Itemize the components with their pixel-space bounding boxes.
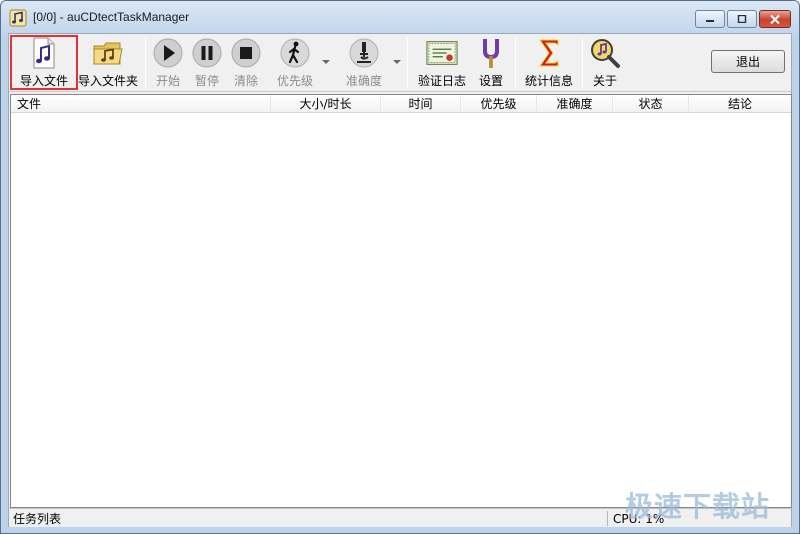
toolbar-separator: [407, 38, 408, 88]
close-icon: [770, 14, 780, 24]
accuracy-dropdown-arrow[interactable]: [393, 60, 401, 64]
column-file[interactable]: 文件: [11, 95, 271, 113]
list-header: 文件 大小/时长 时间 优先级 准确度 状态 结论: [11, 95, 791, 113]
selection-highlight: [10, 35, 78, 90]
toolbar-separator: [515, 38, 516, 88]
toolbar-separator: [145, 38, 146, 88]
priority-label: 优先级: [276, 74, 313, 88]
music-note-icon: [9, 9, 27, 27]
walking-person-icon: [280, 38, 310, 68]
magnifier-note-icon: [591, 39, 620, 68]
verify-log-button[interactable]: 验证日志: [415, 36, 469, 90]
pause-label: 暂停: [194, 74, 219, 88]
window-controls: [693, 10, 791, 28]
column-conclusion[interactable]: 结论: [689, 95, 791, 113]
title-bar[interactable]: [0/0] - auCDtectTaskManager: [1, 1, 799, 33]
settings-label: 设置: [478, 74, 503, 88]
exit-button[interactable]: 退出: [711, 50, 785, 73]
minimize-icon: [706, 20, 714, 22]
status-task-list: 任务列表: [13, 512, 62, 526]
statistics-label: 统计信息: [524, 74, 573, 88]
priority-dropdown-arrow[interactable]: [322, 60, 330, 64]
priority-button[interactable]: 优先级: [271, 36, 319, 90]
pause-icon: [192, 38, 222, 68]
statistics-button[interactable]: 统计信息: [521, 36, 577, 90]
maximize-button[interactable]: [727, 10, 757, 28]
column-time[interactable]: 时间: [381, 95, 461, 113]
import-folder-label: 导入文件夹: [77, 74, 138, 88]
pause-button[interactable]: 暂停: [190, 36, 224, 90]
minimize-button[interactable]: [695, 10, 725, 28]
maximize-icon: [737, 15, 747, 23]
toolbar-separator: [582, 38, 583, 88]
verify-log-label: 验证日志: [417, 74, 466, 88]
clear-button[interactable]: 清除: [229, 36, 263, 90]
column-status[interactable]: 状态: [613, 95, 689, 113]
column-size-duration[interactable]: 大小/时长: [271, 95, 381, 113]
window-title: [0/0] - auCDtectTaskManager: [33, 10, 190, 24]
clear-label: 清除: [233, 74, 258, 88]
client-area: 导入文件 导入文件夹 开始 暂停 清除 优先级 准确度 验证日志 设置 统计信息…: [8, 33, 792, 527]
log-certificate-icon: [426, 41, 458, 65]
stop-icon: [231, 38, 261, 68]
sigma-icon: [539, 39, 559, 67]
import-folder-button[interactable]: 导入文件夹: [75, 36, 141, 90]
accuracy-button[interactable]: 准确度: [341, 36, 387, 90]
task-list[interactable]: 文件 大小/时长 时间 优先级 准确度 状态 结论: [10, 94, 792, 508]
column-priority[interactable]: 优先级: [461, 95, 537, 113]
status-divider: [607, 511, 608, 526]
start-label: 开始: [155, 74, 180, 88]
watermark: 极速下载站: [625, 490, 771, 523]
music-folder-icon: [93, 42, 123, 65]
accuracy-label: 准确度: [345, 74, 382, 88]
about-button[interactable]: 关于: [588, 36, 622, 90]
toolbar: 导入文件 导入文件夹 开始 暂停 清除 优先级 准确度 验证日志 设置 统计信息…: [9, 34, 791, 92]
app-window: [0/0] - auCDtectTaskManager 导入文件 导入文件夹 开…: [0, 0, 800, 534]
start-button[interactable]: 开始: [151, 36, 185, 90]
tuning-fork-icon: [483, 39, 499, 68]
column-accuracy[interactable]: 准确度: [537, 95, 613, 113]
play-icon: [153, 38, 183, 68]
about-label: 关于: [592, 74, 617, 88]
close-button[interactable]: [759, 10, 791, 28]
settings-button[interactable]: 设置: [474, 36, 508, 90]
microscope-icon: [349, 38, 379, 68]
